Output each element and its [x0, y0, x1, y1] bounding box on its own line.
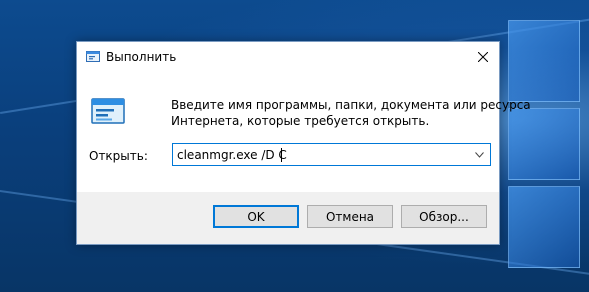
description-line-1: Введите имя программы, папки, документа … [171, 98, 531, 112]
open-label: Открыть: [89, 149, 148, 163]
close-button[interactable] [467, 42, 499, 72]
close-icon [478, 52, 488, 62]
title-bar[interactable]: Выполнить [77, 42, 499, 72]
cancel-button[interactable]: Отмена [307, 205, 393, 228]
run-dialog: Выполнить Введите имя программы, папки, … [76, 41, 531, 245]
command-combobox[interactable] [172, 143, 491, 166]
wallpaper-window-pane [508, 20, 580, 102]
button-bar: OK Отмена Обзор... [77, 192, 499, 244]
description-text: Введите имя программы, папки, документа … [171, 97, 531, 129]
dialog-body: Введите имя программы, папки, документа … [77, 72, 531, 192]
run-icon [86, 51, 100, 62]
wallpaper-window-pane [508, 108, 580, 180]
text-caret [281, 148, 282, 162]
window-title: Выполнить [106, 50, 177, 64]
ok-button[interactable]: OK [213, 205, 299, 228]
wallpaper-window-pane [508, 186, 580, 268]
command-input[interactable] [173, 144, 467, 165]
dropdown-button[interactable] [468, 144, 490, 165]
browse-button[interactable]: Обзор... [401, 205, 487, 228]
description-line-2: Интернета, которые требуется открыть. [171, 114, 430, 128]
chevron-down-icon [474, 151, 484, 158]
run-icon [91, 98, 125, 124]
